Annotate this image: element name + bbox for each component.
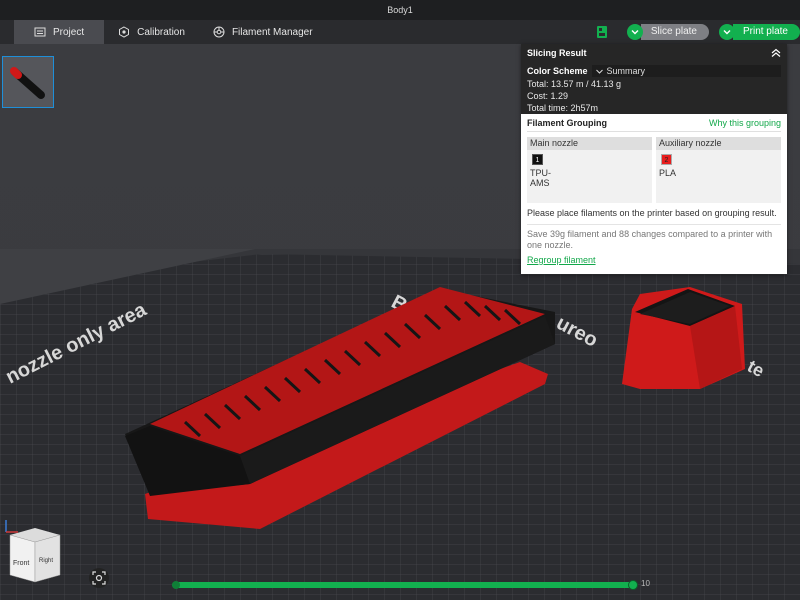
color-scheme-value: Summary xyxy=(606,66,646,76)
cost-stat: Cost: 1.29 xyxy=(527,91,569,101)
grouping-hint: Please place filaments on the printer ba… xyxy=(527,208,777,218)
cube-model[interactable] xyxy=(622,287,745,389)
main-nozzle-filament: TPU-AMS xyxy=(530,168,551,188)
layer-slider[interactable] xyxy=(172,580,638,590)
chevron-down-icon xyxy=(631,30,639,35)
filament-manager-icon xyxy=(213,26,225,38)
device-icon[interactable] xyxy=(595,25,609,39)
filament-grouping-section: Filament Grouping Why this grouping Main… xyxy=(521,114,787,270)
layer-slider-start[interactable] xyxy=(172,581,180,589)
slice-dropdown[interactable] xyxy=(626,24,643,40)
tab-filament-manager-label: Filament Manager xyxy=(231,26,313,38)
why-grouping-link[interactable]: Why this grouping xyxy=(709,118,781,128)
color-scheme-label: Color Scheme xyxy=(527,66,588,76)
axis-gizmo-icon xyxy=(5,520,18,533)
tab-project-label: Project xyxy=(53,26,85,38)
cube-right-label: Right xyxy=(39,558,53,564)
plate-thumbnail[interactable] xyxy=(2,56,54,108)
slicing-result-header: Slicing Result Color Scheme Summary Tota… xyxy=(521,44,787,114)
chevron-down-icon xyxy=(723,30,731,35)
filament-grouping-title: Filament Grouping xyxy=(527,118,607,128)
slice-plate-button[interactable]: Slice plate xyxy=(640,24,709,40)
aux-nozzle-box: Auxiliary nozzle 2 PLA xyxy=(656,137,781,203)
slicing-result-panel: Slicing Result Color Scheme Summary Tota… xyxy=(521,44,787,274)
plate-thumbnail-preview xyxy=(3,57,53,107)
recenter-view-icon[interactable] xyxy=(88,567,110,589)
regroup-filament-link[interactable]: Regroup filament xyxy=(527,255,596,265)
divider xyxy=(527,224,781,225)
total-stat: Total: 13.57 m / 41.13 g xyxy=(527,79,622,89)
total-time-stat: Total time: 2h57m xyxy=(527,103,599,113)
print-dropdown[interactable] xyxy=(718,24,735,40)
slicing-result-title: Slicing Result xyxy=(527,48,587,58)
filament-chip-2[interactable]: 2 xyxy=(661,154,672,165)
filament-chip-1[interactable]: 1 xyxy=(532,154,543,165)
color-scheme-select[interactable]: Summary xyxy=(591,65,781,77)
print-plate-button[interactable]: Print plate xyxy=(732,24,800,40)
savings-text: Save 39g filament and 88 changes compare… xyxy=(527,229,773,250)
tab-calibration-label: Calibration xyxy=(137,26,185,38)
main-nozzle-label: Main nozzle xyxy=(527,137,652,150)
calibration-icon xyxy=(119,26,130,38)
top-toolbar: Project Calibration Filament Manager Sli… xyxy=(0,20,800,44)
project-icon xyxy=(34,27,46,37)
tab-calibration[interactable]: Calibration xyxy=(104,20,199,44)
window-title: Body1 xyxy=(0,0,800,20)
tab-project[interactable]: Project xyxy=(14,20,105,44)
chevron-down-icon xyxy=(595,69,603,74)
aux-nozzle-filament: PLA xyxy=(659,168,677,178)
layer-slider-thumb[interactable] xyxy=(628,580,638,590)
collapse-icon[interactable] xyxy=(771,48,781,58)
aux-nozzle-label: Auxiliary nozzle xyxy=(656,137,781,150)
tab-filament-manager[interactable]: Filament Manager xyxy=(199,20,327,44)
layer-number: 10 xyxy=(641,579,650,588)
cube-front-label: Front xyxy=(13,560,29,567)
slice-group: Slice plate xyxy=(626,24,709,40)
main-nozzle-box: Main nozzle 1 TPU-AMS xyxy=(527,137,652,203)
print-group: Print plate xyxy=(718,24,800,40)
